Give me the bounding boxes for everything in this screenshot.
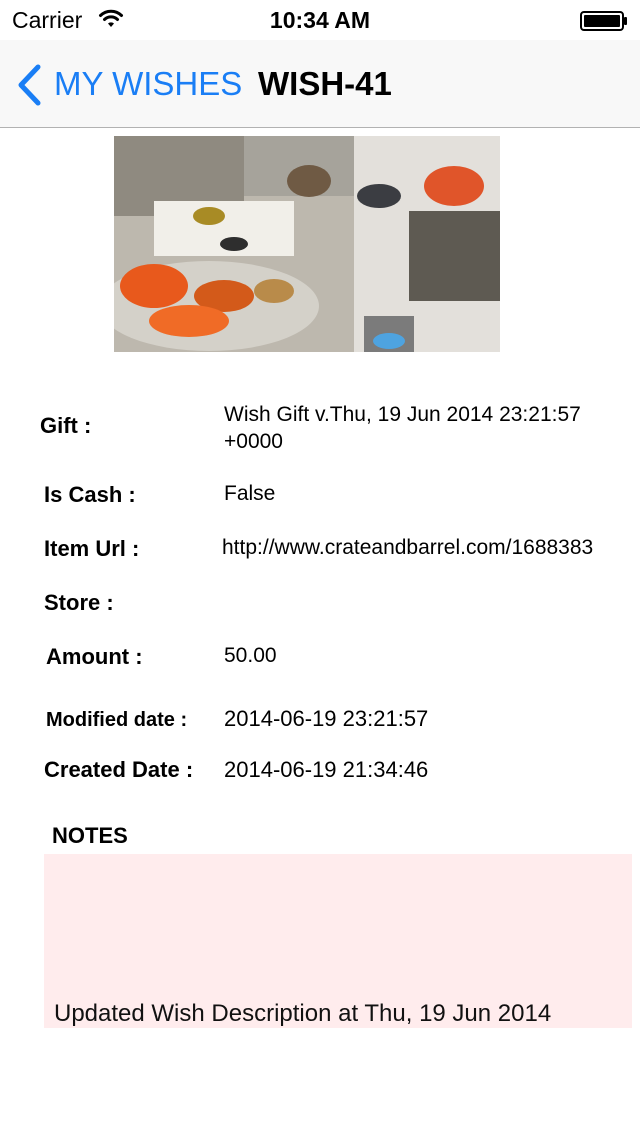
page-title: WISH-41 [258, 65, 392, 102]
created-date-label: Created Date : [44, 757, 194, 782]
status-bar: Carrier 10:34 AM [0, 0, 640, 40]
chevron-left-icon[interactable] [16, 64, 42, 111]
modified-date-value: 2014-06-19 23:21:57 [224, 706, 429, 731]
is-cash-value: False [224, 482, 276, 505]
wish-detail-screen: Carrier 10:34 AM MY WISHES WISH-41 Gift … [0, 0, 640, 1136]
back-button[interactable]: MY WISHES [54, 65, 242, 103]
item-url-value[interactable]: http://www.crateandbarrel.com/1688383 [222, 536, 593, 560]
clock: 10:34 AM [269, 7, 371, 33]
battery-icon [580, 11, 628, 36]
is-cash-label: Is Cash : [44, 482, 136, 507]
wish-photo [114, 136, 500, 352]
amount-value: 50.00 [224, 644, 277, 667]
store-label: Store : [44, 590, 114, 615]
notes-text-area[interactable]: Updated Wish Description at Thu, 19 Jun … [44, 854, 632, 1028]
item-url-label: Item Url : [44, 536, 140, 561]
modified-date-label: Modified date : [46, 709, 188, 731]
amount-label: Amount : [46, 644, 143, 669]
gift-value: Wish Gift v.Thu, 19 Jun 2014 23:21:57 +0… [224, 403, 581, 453]
created-date-value: 2014-06-19 21:34:46 [224, 757, 429, 782]
navigation-bar: MY WISHES WISH-41 [0, 40, 640, 128]
gift-label: Gift : [40, 413, 92, 438]
notes-heading: NOTES [52, 823, 128, 848]
notes-text: Updated Wish Description at Thu, 19 Jun … [54, 1000, 552, 1027]
